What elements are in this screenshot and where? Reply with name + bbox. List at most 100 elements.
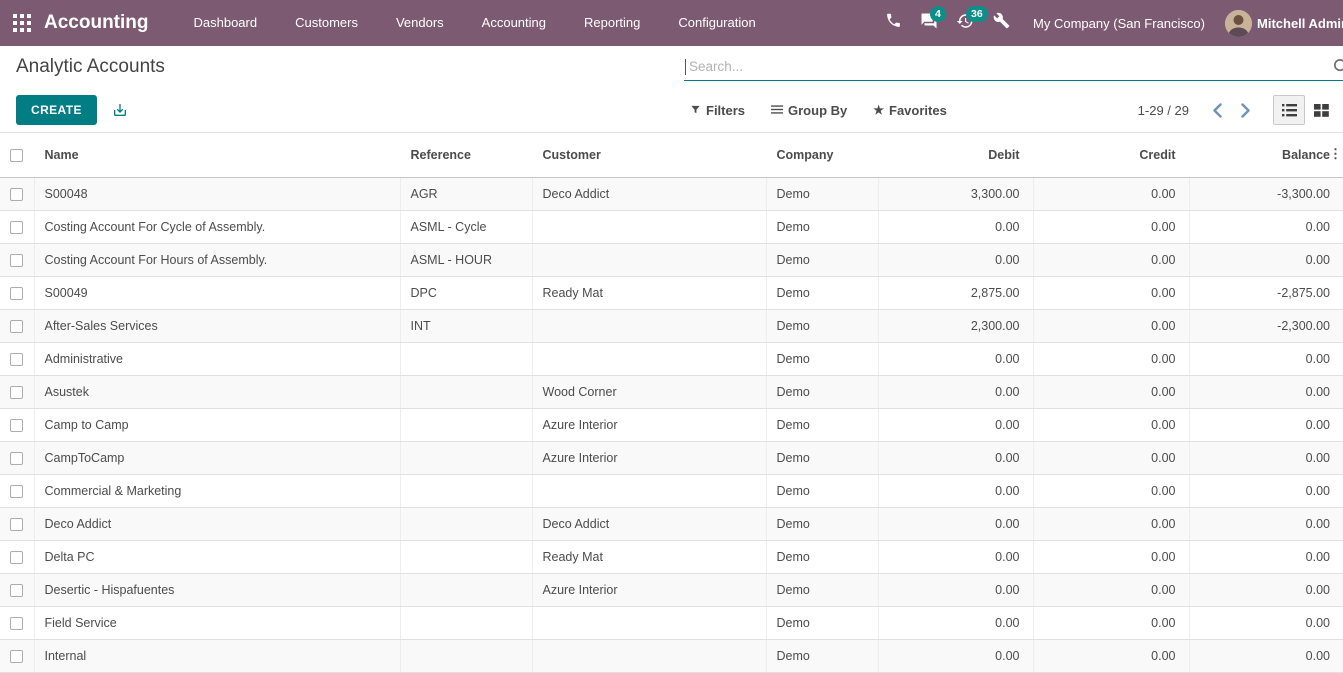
cell-credit[interactable]: 0.00 — [1033, 375, 1189, 408]
table-row[interactable]: Costing Account For Cycle of Assembly. A… — [0, 210, 1343, 243]
cell-reference[interactable] — [400, 606, 532, 639]
row-checkbox[interactable] — [10, 551, 23, 564]
column-header-balance[interactable]: Balance ⋮ — [1189, 133, 1343, 177]
table-row[interactable]: Commercial & Marketing Demo 0.00 0.00 0.… — [0, 474, 1343, 507]
column-header-name[interactable]: Name — [34, 133, 400, 177]
cell-name[interactable]: Delta PC — [34, 540, 400, 573]
cell-balance[interactable]: -3,300.00 — [1189, 177, 1343, 210]
cell-company[interactable]: Demo — [766, 639, 878, 672]
search-input[interactable] — [686, 59, 1343, 74]
cell-company[interactable]: Demo — [766, 177, 878, 210]
row-checkbox[interactable] — [10, 353, 23, 366]
row-checkbox[interactable] — [10, 518, 23, 531]
table-row[interactable]: Administrative Demo 0.00 0.00 0.00 — [0, 342, 1343, 375]
cell-name[interactable]: Desertic - Hispafuentes — [34, 573, 400, 606]
row-checkbox[interactable] — [10, 221, 23, 234]
cell-name[interactable]: Costing Account For Cycle of Assembly. — [34, 210, 400, 243]
cell-balance[interactable]: 0.00 — [1189, 243, 1343, 276]
cell-debit[interactable]: 0.00 — [878, 474, 1033, 507]
messages-button[interactable]: 4 — [911, 0, 947, 46]
menu-reporting[interactable]: Reporting — [565, 0, 659, 46]
cell-company[interactable]: Demo — [766, 573, 878, 606]
cell-name[interactable]: S00049 — [34, 276, 400, 309]
cell-name[interactable]: Field Service — [34, 606, 400, 639]
cell-customer[interactable]: Azure Interior — [532, 441, 766, 474]
cell-reference[interactable] — [400, 639, 532, 672]
table-row[interactable]: S00048 AGR Deco Addict Demo 3,300.00 0.0… — [0, 177, 1343, 210]
cell-customer[interactable]: Wood Corner — [532, 375, 766, 408]
cell-credit[interactable]: 0.00 — [1033, 606, 1189, 639]
cell-debit[interactable]: 0.00 — [878, 639, 1033, 672]
cell-credit[interactable]: 0.00 — [1033, 540, 1189, 573]
user-menu[interactable]: Mitchell Admin — [1225, 10, 1343, 37]
cell-debit[interactable]: 0.00 — [878, 606, 1033, 639]
row-checkbox[interactable] — [10, 254, 23, 267]
row-checkbox[interactable] — [10, 386, 23, 399]
kanban-view-button[interactable] — [1305, 95, 1337, 125]
table-row[interactable]: Desertic - Hispafuentes Azure Interior D… — [0, 573, 1343, 606]
cell-credit[interactable]: 0.00 — [1033, 408, 1189, 441]
column-header-debit[interactable]: Debit — [878, 133, 1033, 177]
table-row[interactable]: Delta PC Ready Mat Demo 0.00 0.00 0.00 — [0, 540, 1343, 573]
table-row[interactable]: Camp to Camp Azure Interior Demo 0.00 0.… — [0, 408, 1343, 441]
column-header-credit[interactable]: Credit — [1033, 133, 1189, 177]
cell-customer[interactable] — [532, 474, 766, 507]
create-button[interactable]: CREATE — [16, 95, 97, 125]
cell-customer[interactable] — [532, 639, 766, 672]
column-header-customer[interactable]: Customer — [532, 133, 766, 177]
row-checkbox[interactable] — [10, 419, 23, 432]
row-checkbox[interactable] — [10, 188, 23, 201]
row-checkbox[interactable] — [10, 485, 23, 498]
cell-reference[interactable] — [400, 408, 532, 441]
cell-balance[interactable]: 0.00 — [1189, 474, 1343, 507]
cell-reference[interactable] — [400, 507, 532, 540]
cell-name[interactable]: CampToCamp — [34, 441, 400, 474]
cell-debit[interactable]: 0.00 — [878, 573, 1033, 606]
cell-debit[interactable]: 0.00 — [878, 507, 1033, 540]
cell-customer[interactable]: Deco Addict — [532, 177, 766, 210]
cell-customer[interactable] — [532, 210, 766, 243]
cell-credit[interactable]: 0.00 — [1033, 474, 1189, 507]
cell-customer[interactable]: Ready Mat — [532, 540, 766, 573]
cell-customer[interactable] — [532, 342, 766, 375]
cell-reference[interactable] — [400, 441, 532, 474]
apps-grid-icon[interactable] — [0, 0, 44, 46]
activities-button[interactable]: 36 — [947, 0, 983, 46]
cell-balance[interactable]: 0.00 — [1189, 375, 1343, 408]
cell-customer[interactable]: Deco Addict — [532, 507, 766, 540]
cell-credit[interactable]: 0.00 — [1033, 276, 1189, 309]
pager-next-button[interactable] — [1231, 96, 1259, 124]
cell-reference[interactable] — [400, 375, 532, 408]
cell-reference[interactable]: AGR — [400, 177, 532, 210]
cell-balance[interactable]: 0.00 — [1189, 639, 1343, 672]
cell-company[interactable]: Demo — [766, 441, 878, 474]
cell-credit[interactable]: 0.00 — [1033, 573, 1189, 606]
cell-debit[interactable]: 2,875.00 — [878, 276, 1033, 309]
cell-company[interactable]: Demo — [766, 210, 878, 243]
cell-reference[interactable]: ASML - Cycle — [400, 210, 532, 243]
pager-previous-button[interactable] — [1203, 96, 1231, 124]
cell-customer[interactable]: Ready Mat — [532, 276, 766, 309]
menu-configuration[interactable]: Configuration — [659, 0, 774, 46]
row-checkbox[interactable] — [10, 584, 23, 597]
cell-name[interactable]: Internal — [34, 639, 400, 672]
cell-balance[interactable]: 0.00 — [1189, 507, 1343, 540]
cell-name[interactable]: S00048 — [34, 177, 400, 210]
table-row[interactable]: Costing Account For Hours of Assembly. A… — [0, 243, 1343, 276]
cell-reference[interactable]: DPC — [400, 276, 532, 309]
cell-debit[interactable]: 0.00 — [878, 342, 1033, 375]
company-switcher[interactable]: My Company (San Francisco) — [1033, 16, 1205, 31]
menu-accounting[interactable]: Accounting — [463, 0, 565, 46]
cell-company[interactable]: Demo — [766, 375, 878, 408]
favorites-button[interactable]: ★ Favorites — [873, 103, 947, 118]
cell-balance[interactable]: 0.00 — [1189, 540, 1343, 573]
menu-customers[interactable]: Customers — [276, 0, 377, 46]
cell-name[interactable]: Administrative — [34, 342, 400, 375]
cell-debit[interactable]: 0.00 — [878, 375, 1033, 408]
export-download-icon[interactable] — [112, 102, 128, 118]
search-icon[interactable] — [1332, 57, 1343, 81]
cell-balance[interactable]: -2,875.00 — [1189, 276, 1343, 309]
row-checkbox[interactable] — [10, 320, 23, 333]
cell-customer[interactable]: Azure Interior — [532, 408, 766, 441]
column-header-reference[interactable]: Reference — [400, 133, 532, 177]
